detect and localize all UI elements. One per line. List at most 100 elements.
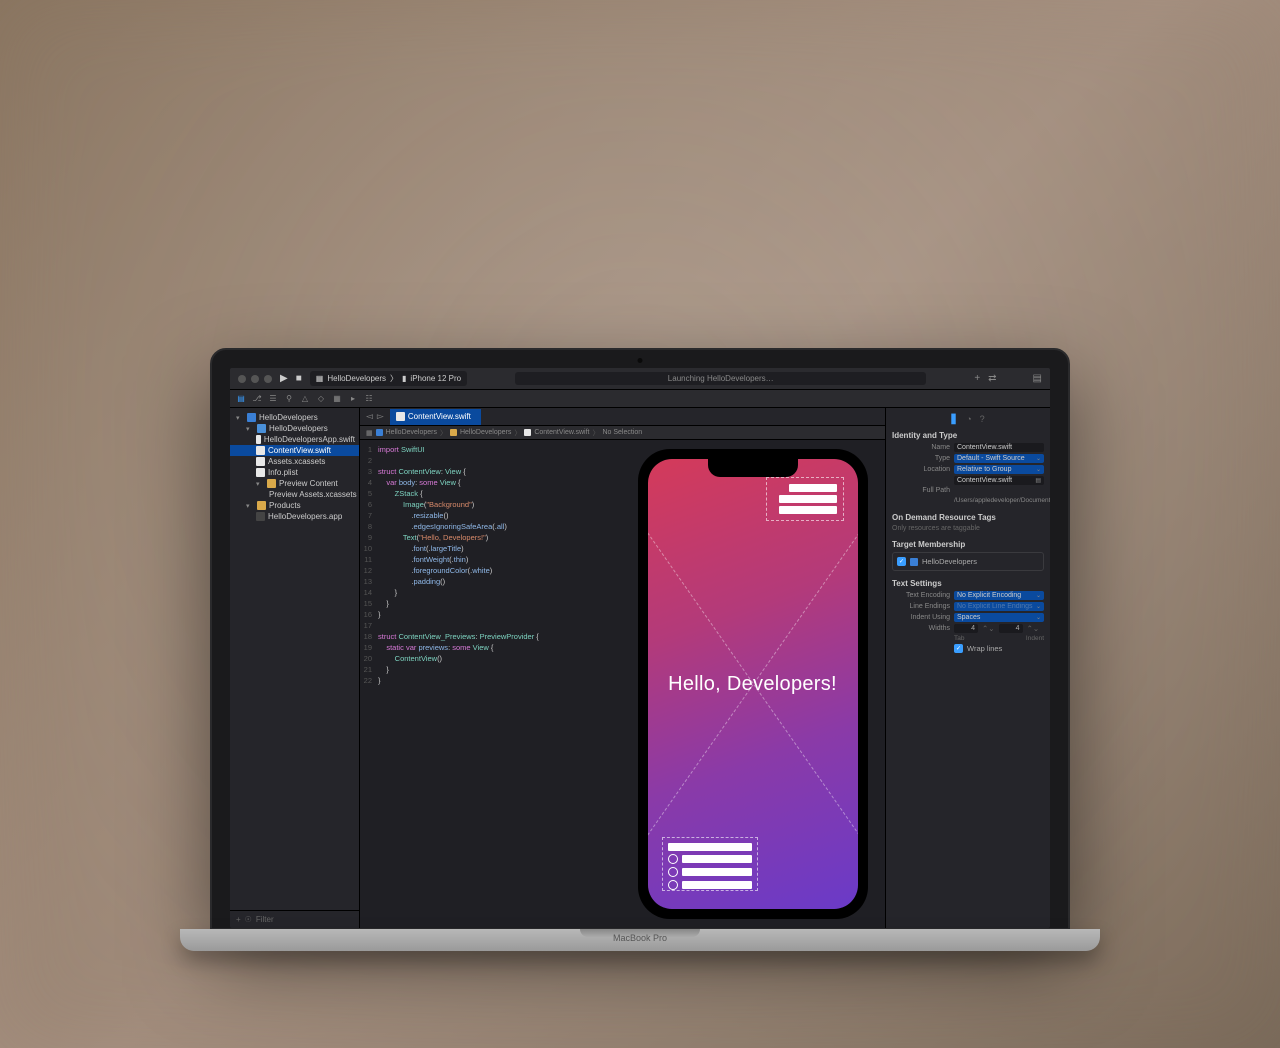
code-text[interactable]: struct ContentView_Previews: PreviewProv… (378, 631, 539, 642)
code-text[interactable]: import SwiftUI (378, 444, 425, 455)
code-text[interactable]: static var previews: some View { (378, 642, 493, 653)
chevron-down-icon[interactable]: ▾ (246, 425, 254, 433)
code-line[interactable]: 17 (360, 620, 620, 631)
zoom-icon[interactable] (264, 375, 272, 383)
tree-group-row[interactable]: ▾ HelloDevelopers (230, 423, 359, 434)
tree-file-row[interactable]: HelloDevelopersApp.swift (230, 434, 359, 445)
tree-group-row[interactable]: ▾ Preview Content (230, 478, 359, 489)
code-line[interactable]: 20 ContentView() (360, 653, 620, 664)
code-line[interactable]: 16} (360, 609, 620, 620)
code-line[interactable]: 6 Image("Background") (360, 499, 620, 510)
issue-navigator-icon[interactable]: △ (300, 394, 310, 403)
sidebar-right-toggle[interactable]: ▤ (1033, 373, 1042, 384)
checkbox-checked-icon[interactable]: ✓ (954, 644, 963, 653)
debug-navigator-icon[interactable]: ▦ (332, 394, 342, 403)
jump-seg[interactable]: ContentView.swift (534, 429, 589, 436)
code-line[interactable]: 4 var body: some View { (360, 477, 620, 488)
code-text[interactable]: } (378, 675, 381, 686)
library-button[interactable]: + (974, 373, 980, 384)
code-line[interactable]: 13 .padding() (360, 576, 620, 587)
tree-file-row[interactable]: Info.plist (230, 467, 359, 478)
code-line[interactable]: 12 .foregroundColor(.white) (360, 565, 620, 576)
related-items-icon[interactable]: ▦ (366, 429, 373, 437)
jump-seg[interactable]: No Selection (602, 429, 642, 436)
project-navigator-icon[interactable]: ▤ (236, 394, 246, 403)
encoding-select[interactable]: No Explicit Encoding⌄ (954, 591, 1044, 600)
code-line[interactable]: 22} (360, 675, 620, 686)
tree-file-row[interactable]: HelloDevelopers.app (230, 511, 359, 522)
tree-file-row[interactable]: Preview Assets.xcassets (230, 489, 359, 500)
type-select[interactable]: Default - Swift Source⌄ (954, 454, 1044, 463)
tree-file-row[interactable]: Assets.xcassets (230, 456, 359, 467)
editor-tab-active[interactable]: ContentView.swift (390, 409, 481, 425)
tree-project-row[interactable]: ▾ HelloDevelopers (230, 412, 359, 423)
code-text[interactable]: struct ContentView: View { (378, 466, 466, 477)
target-membership-row[interactable]: ✓ HelloDevelopers (897, 557, 1039, 566)
jump-bar[interactable]: ▦ HelloDevelopers〉 HelloDevelopers〉 Cont… (360, 426, 885, 440)
file-inspector-tab-icon[interactable]: ▋ (951, 414, 958, 425)
code-text[interactable]: } (378, 609, 381, 620)
checkbox-checked-icon[interactable]: ✓ (897, 557, 906, 566)
code-line[interactable]: 18struct ContentView_Previews: PreviewPr… (360, 631, 620, 642)
code-text[interactable]: } (378, 598, 389, 609)
stepper-icon[interactable]: ⌃⌄ (1027, 624, 1040, 633)
code-text[interactable]: .edgesIgnoringSafeArea(.all) (378, 521, 507, 532)
close-icon[interactable] (238, 375, 246, 383)
code-text[interactable]: ZStack { (378, 488, 423, 499)
code-text[interactable]: .font(.largeTitle) (378, 543, 464, 554)
code-text[interactable]: ContentView() (378, 653, 442, 664)
code-text[interactable]: Text("Hello, Developers!") (378, 532, 488, 543)
tab-width-field[interactable]: 4 (954, 624, 978, 633)
name-field[interactable]: ContentView.swift (954, 443, 1044, 452)
add-button[interactable]: + (236, 915, 241, 924)
symbol-navigator-icon[interactable]: ☰ (268, 394, 278, 403)
run-button[interactable]: ▶ (280, 373, 288, 384)
code-text[interactable]: } (378, 587, 397, 598)
code-text[interactable]: .padding() (378, 576, 445, 587)
stepper-icon[interactable]: ⌃⌄ (982, 624, 995, 633)
code-line[interactable]: 1import SwiftUI (360, 444, 620, 455)
filter-placeholder[interactable]: Filter (256, 915, 274, 924)
jump-seg[interactable]: HelloDevelopers (386, 429, 437, 436)
help-inspector-tab-icon[interactable]: ? (980, 414, 985, 425)
code-text[interactable]: .fontWeight(.thin) (378, 554, 468, 565)
code-line[interactable]: 10 .font(.largeTitle) (360, 543, 620, 554)
file-field[interactable]: ContentView.swift▤ (954, 476, 1044, 485)
report-navigator-icon[interactable]: ☷ (364, 394, 374, 403)
indent-width-field[interactable]: 4 (999, 624, 1023, 633)
stop-button[interactable]: ■ (296, 373, 302, 384)
nav-back-button[interactable]: ◅ (366, 411, 373, 422)
code-line[interactable]: 14 } (360, 587, 620, 598)
test-navigator-icon[interactable]: ◇ (316, 394, 326, 403)
breakpoint-navigator-icon[interactable]: ▸ (348, 394, 358, 403)
code-line[interactable]: 19 static var previews: some View { (360, 642, 620, 653)
code-text[interactable]: } (378, 664, 389, 675)
code-line[interactable]: 7 .resizable() (360, 510, 620, 521)
code-line[interactable]: 15 } (360, 598, 620, 609)
indent-using-select[interactable]: Spaces⌄ (954, 613, 1044, 622)
code-text[interactable]: var body: some View { (378, 477, 460, 488)
source-control-navigator-icon[interactable]: ⎇ (252, 394, 262, 403)
tree-file-row-selected[interactable]: ContentView.swift (230, 445, 359, 456)
window-controls[interactable] (238, 375, 272, 383)
code-line[interactable]: 8 .edgesIgnoringSafeArea(.all) (360, 521, 620, 532)
chevron-down-icon[interactable]: ▾ (246, 502, 254, 510)
code-line[interactable]: 3struct ContentView: View { (360, 466, 620, 477)
code-text[interactable]: Image("Background") (378, 499, 474, 510)
location-select[interactable]: Relative to Group⌄ (954, 465, 1044, 474)
history-inspector-tab-icon[interactable]: ◔ (966, 414, 971, 425)
find-navigator-icon[interactable]: ⚲ (284, 394, 294, 403)
code-text[interactable]: .foregroundColor(.white) (378, 565, 492, 576)
scheme-selector[interactable]: ▦ HelloDevelopers 〉 ▮ iPhone 12 Pro (310, 371, 467, 386)
chevron-down-icon[interactable]: ▾ (256, 480, 264, 488)
code-line[interactable]: 11 .fontWeight(.thin) (360, 554, 620, 565)
minimize-icon[interactable] (251, 375, 259, 383)
code-review-button[interactable]: ⇄ (988, 373, 996, 384)
source-editor[interactable]: 1import SwiftUI23struct ContentView: Vie… (360, 440, 620, 928)
code-text[interactable]: .resizable() (378, 510, 448, 521)
nav-forward-button[interactable]: ▻ (377, 411, 384, 422)
canvas-preview[interactable]: Hello, Developers! (620, 440, 885, 928)
jump-seg[interactable]: HelloDevelopers (460, 429, 511, 436)
code-line[interactable]: 5 ZStack { (360, 488, 620, 499)
line-endings-select[interactable]: No Explicit Line Endings⌄ (954, 602, 1044, 611)
